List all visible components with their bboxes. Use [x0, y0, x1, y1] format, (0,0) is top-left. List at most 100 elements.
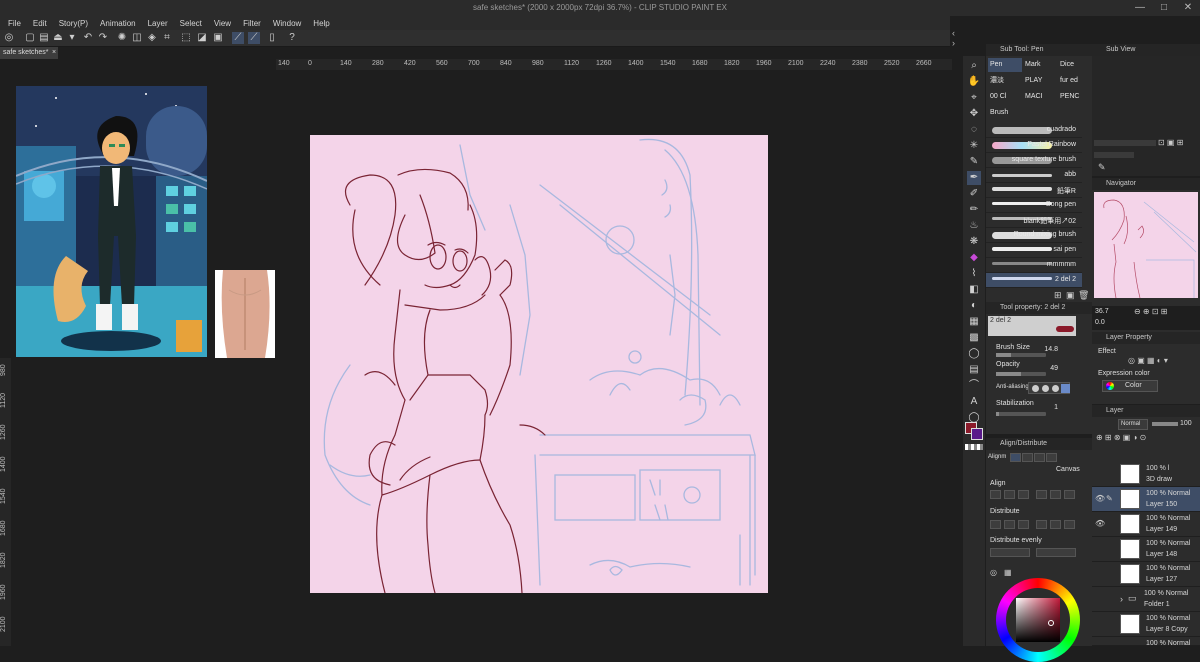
- effect-buttons-icon[interactable]: ◎ ▣ ▦ ◐ ▾: [1128, 356, 1168, 365]
- zoom-tool-icon[interactable]: ⌕: [967, 59, 981, 73]
- drawing-canvas[interactable]: [310, 135, 768, 593]
- menu-view[interactable]: View: [214, 19, 231, 28]
- sub-color-swatch[interactable]: [971, 428, 983, 440]
- gradient-tool-icon[interactable]: ◐: [967, 299, 981, 313]
- opacity-slider[interactable]: [996, 372, 1046, 376]
- antialias-weak-icon[interactable]: [1042, 385, 1049, 392]
- show-selection-icon[interactable]: ▣: [212, 32, 224, 44]
- copy-subtool-icon[interactable]: ▣: [1066, 290, 1075, 301]
- navigator-preview[interactable]: [1094, 192, 1198, 299]
- stabilization-slider[interactable]: [996, 412, 1046, 416]
- frame-tool-icon[interactable]: ▩: [967, 331, 981, 345]
- undo-icon[interactable]: ↶: [82, 32, 94, 44]
- ruler-tool-icon[interactable]: ◯: [967, 347, 981, 361]
- new-file-icon[interactable]: ▢: [24, 32, 36, 44]
- distribute-evenly-h-button[interactable]: [990, 548, 1030, 557]
- align-middle-button[interactable]: [1050, 490, 1061, 499]
- distribute-evenly-v-button[interactable]: [1036, 548, 1076, 557]
- stabilization-value[interactable]: 1: [1038, 404, 1058, 411]
- align-right-button[interactable]: [1018, 490, 1029, 499]
- brush-item[interactable]: sai pen: [986, 243, 1082, 258]
- align-target-button[interactable]: [1010, 453, 1021, 462]
- subtool-tab-dice[interactable]: Dice: [1058, 58, 1092, 72]
- layer-toolbar-icons[interactable]: ⊕ ⊞ ⊗ ▣ ◑ ⊙: [1096, 433, 1146, 442]
- color-wheel-tab-icon[interactable]: ◎: [990, 568, 997, 577]
- subtool-tab-mark[interactable]: Mark: [1023, 58, 1057, 72]
- menu-edit[interactable]: Edit: [33, 19, 47, 28]
- brush-item[interactable]: Bong pen: [986, 198, 1082, 213]
- brush-item[interactable]: square texture brush: [986, 153, 1082, 168]
- distribute-button[interactable]: [1004, 520, 1015, 529]
- balloon-tool-icon[interactable]: ⌒: [967, 379, 981, 393]
- align-target-button[interactable]: [1034, 453, 1045, 462]
- subtool-tab-fur[interactable]: fur ed: [1058, 74, 1092, 88]
- layer-row[interactable]: 100 % Normal: [1092, 637, 1200, 647]
- subtool-tab-maci[interactable]: MACI: [1023, 90, 1057, 104]
- opacity-value[interactable]: 49: [1038, 365, 1058, 372]
- layer-opacity-slider[interactable]: [1152, 422, 1178, 426]
- lasso-tool-icon[interactable]: ◌: [967, 123, 981, 137]
- brush-size-value[interactable]: 14.8: [1038, 346, 1058, 353]
- rotation-value[interactable]: 0.0: [1095, 319, 1105, 326]
- subtool-tab-shading[interactable]: 濃淡: [988, 74, 1022, 88]
- menu-animation[interactable]: Animation: [100, 19, 136, 28]
- blend-mode-select[interactable]: Normal: [1118, 419, 1148, 430]
- clear-icon[interactable]: ✺: [116, 32, 128, 44]
- hand-tool-icon[interactable]: ✋: [967, 75, 981, 89]
- sub-view-button-icon[interactable]: ⊡ ▣ ⊞: [1158, 138, 1183, 147]
- snap-ruler-icon[interactable]: ⟋: [232, 32, 244, 44]
- device-icon[interactable]: ▯: [266, 32, 278, 44]
- chevron-right-icon[interactable]: ›: [1120, 594, 1123, 604]
- menu-select[interactable]: Select: [180, 19, 202, 28]
- visibility-eye-icon[interactable]: 👁: [1095, 519, 1105, 528]
- subtool-tab-play[interactable]: PLAY: [1023, 74, 1057, 88]
- clip-studio-icon[interactable]: ◎: [3, 32, 15, 44]
- menu-file[interactable]: File: [8, 19, 21, 28]
- operation-tool-icon[interactable]: ⌖: [967, 91, 981, 105]
- align-top-button[interactable]: [1036, 490, 1047, 499]
- subtool-tab-brush[interactable]: Brush: [988, 106, 1022, 120]
- menu-help[interactable]: Help: [313, 19, 329, 28]
- menu-window[interactable]: Window: [273, 19, 301, 28]
- antialias-medium-icon[interactable]: [1052, 385, 1059, 392]
- layer-row[interactable]: 100 % Normal Layer 148: [1092, 537, 1200, 562]
- brush-item-selected[interactable]: 2 del 2: [986, 273, 1082, 288]
- figure-tool-icon[interactable]: ▦: [967, 315, 981, 329]
- brush-item[interactable]: Round mixing brush: [986, 228, 1082, 243]
- blend-tool-icon[interactable]: ⌇: [967, 267, 981, 281]
- subtool-tab-pen[interactable]: Pen: [988, 58, 1022, 72]
- layer-row[interactable]: 100 % Normal Layer 8 Copy: [1092, 612, 1200, 637]
- antialias-selector[interactable]: [1028, 382, 1070, 394]
- help-icon[interactable]: ?: [286, 32, 298, 44]
- distribute-button[interactable]: [1050, 520, 1061, 529]
- correct-line-tool-icon[interactable]: A: [967, 395, 981, 409]
- transparent-color-swatch[interactable]: [965, 444, 983, 450]
- maximize-button[interactable]: □: [1154, 1, 1174, 15]
- text-tool-icon[interactable]: ▤: [967, 363, 981, 377]
- antialias-strong-icon[interactable]: [1061, 384, 1070, 393]
- open-file-icon[interactable]: ▤: [38, 32, 50, 44]
- layer-row-selected[interactable]: 👁 ✎ 100 % Normal Layer 150: [1092, 487, 1200, 512]
- menu-layer[interactable]: Layer: [148, 19, 168, 28]
- brush-item[interactable]: Pastel Rainbow: [986, 138, 1082, 153]
- eyedropper-icon[interactable]: ✎: [1098, 162, 1106, 173]
- align-target-button[interactable]: [1046, 453, 1057, 462]
- color-set-tab-icon[interactable]: ▦: [1004, 568, 1012, 577]
- invert-selection-icon[interactable]: ◪: [196, 32, 208, 44]
- brush-size-slider[interactable]: [996, 353, 1046, 357]
- brush-item[interactable]: cuadrado: [986, 123, 1082, 138]
- layer-row[interactable]: 100 % l 3D draw: [1092, 462, 1200, 487]
- layer-folder-row[interactable]: › ▭ 100 % Normal Folder 1: [1092, 587, 1200, 612]
- fill-icon[interactable]: ◈: [146, 32, 158, 44]
- zoom-value[interactable]: 36.7: [1095, 308, 1109, 315]
- layer-row[interactable]: 100 % Normal Layer 127: [1092, 562, 1200, 587]
- saturation-value-square[interactable]: [1016, 598, 1060, 642]
- snap-guide-icon[interactable]: ⟋: [248, 32, 260, 44]
- brush-item[interactable]: abb: [986, 168, 1082, 183]
- clear-outside-icon[interactable]: ◫: [131, 32, 143, 44]
- redo-icon[interactable]: ↷: [97, 32, 109, 44]
- distribute-button[interactable]: [990, 520, 1001, 529]
- visibility-eye-icon[interactable]: 👁: [1095, 494, 1105, 503]
- align-target-button[interactable]: [1022, 453, 1033, 462]
- pen-tool-icon[interactable]: ✒: [967, 171, 981, 185]
